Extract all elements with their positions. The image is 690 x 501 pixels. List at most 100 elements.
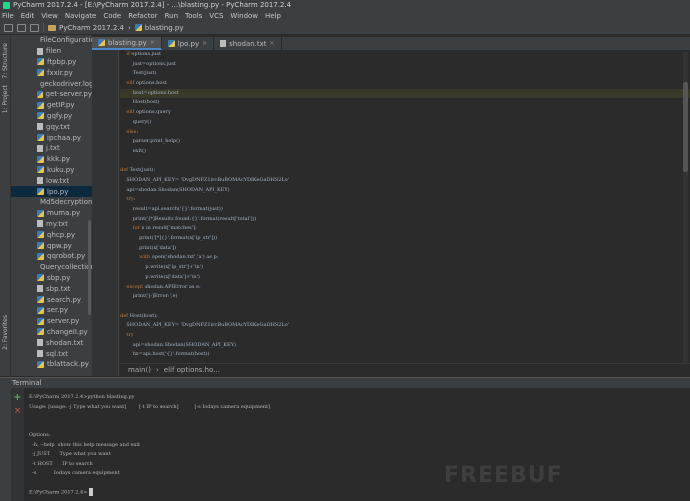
project-tree-item[interactable]: fxxir.py [11,67,92,78]
menu-item[interactable]: Edit [21,12,35,20]
python-file-icon [37,274,44,282]
python-file-icon [37,328,44,336]
project-tree-item[interactable]: lpo.py [11,186,92,197]
project-tree-item[interactable]: gqfy.py [11,111,92,122]
tree-item-label: low.txt [46,176,70,185]
tab-close-icon[interactable]: × [270,40,275,47]
favorites-tool-button[interactable]: 2: Favorites [2,315,9,350]
tab-close-icon[interactable]: × [150,39,155,46]
code-line: if options.just [126,51,161,57]
python-file-icon [37,209,44,217]
project-tree-item[interactable]: FileConfiguration [11,35,92,46]
menu-bar: File Edit View Navigate Code Refactor Run Tools… [0,10,690,21]
python-file-icon [37,242,44,250]
project-scrollbar[interactable] [88,220,91,315]
project-tree-item[interactable]: low.txt [11,175,92,186]
text-file-icon [37,339,43,347]
project-tree-item[interactable]: tblattack.py [11,359,92,370]
menu-item[interactable]: Refactor [128,12,157,20]
keyword-token: elif [126,109,135,116]
editor-tab[interactable]: shodan.txt × [214,37,282,50]
menu-item[interactable]: View [41,12,58,20]
keyword-token: with [139,254,151,261]
nav-crumb-project[interactable]: PyCharm 2017.2.4 [48,24,124,32]
project-tree-item[interactable]: server.py [11,316,92,327]
sync-icon[interactable] [30,23,39,32]
tree-item-label: shodan.txt [46,338,84,347]
project-tree-item[interactable]: getIP.py [11,100,92,111]
project-tree-item[interactable]: qpw.py [11,240,92,251]
project-tree-item[interactable]: sbp.py [11,273,92,284]
keyword-token: except [126,283,144,290]
project-tree-item[interactable]: kkk.py [11,154,92,165]
breadcrumb-branch[interactable]: elif options.ho... [164,366,220,374]
project-tree-item[interactable]: Md5decryption.py [11,197,92,208]
project-tree-item[interactable]: search.py [11,294,92,305]
project-tree-item[interactable]: sbp.txt [11,283,92,294]
project-tree-item[interactable]: ser.py [11,305,92,316]
python-file-icon [37,296,44,304]
project-tree-item[interactable]: sql.txt [11,348,92,359]
code-line: api=shodan.Shodan(SHODAN_API_KEY) [120,186,230,193]
menu-item[interactable]: Navigate [65,12,96,20]
menu-item[interactable]: Run [165,12,178,20]
menu-item[interactable]: Tools [185,12,202,20]
menu-item[interactable]: VCS [209,12,223,20]
menu-item[interactable]: Window [230,12,258,20]
menu-item[interactable]: Code [103,12,121,20]
project-tree-item[interactable]: filen [11,46,92,57]
tree-item-label: Querycollection.py [40,263,92,272]
project-tree-item[interactable]: ipchaa.py [11,132,92,143]
project-tree-item[interactable]: my.txt [11,219,92,230]
breadcrumb-func[interactable]: main() [128,366,151,374]
code-editor[interactable]: if options.just just=options.just Test(j… [120,50,690,363]
editor-scrollbar[interactable] [683,52,688,372]
project-tree-item[interactable]: shodan.txt [11,337,92,348]
editor-tab[interactable]: lpo.py × [162,37,215,50]
structure-tool-button[interactable]: 7: Structure [2,43,9,79]
terminal-output[interactable]: E:\PyCharm 2017.2.4>python blasting.py Us… [24,388,690,501]
project-tree-item[interactable]: ftpbp.py [11,57,92,68]
project-tree-panel: FileConfiguration filenftpbp.py fxxir.py ge… [11,35,92,376]
window-titlebar: PyCharm 2017.2.4 - [E:\PyCharm 2017.2.4]… [0,0,690,10]
open-folder-icon[interactable] [4,23,13,32]
project-tree-item[interactable]: Querycollection.py [11,262,92,273]
code-line: elif options.host [126,80,167,87]
tab-close-icon[interactable]: × [202,40,207,47]
terminal-line: -t HOST IP to search [29,460,93,467]
python-file-icon [167,40,175,47]
close-terminal-x-icon[interactable]: × [14,407,22,416]
text-file-icon [37,123,43,131]
menu-item[interactable]: Help [265,12,281,20]
python-file-icon [37,101,44,109]
terminal-prompt-line[interactable]: E:\PyCharm 2017.2.4> [29,488,690,498]
line-number-gutter [92,50,119,376]
python-file-icon [37,58,44,66]
python-file-icon [37,306,44,314]
menu-item[interactable]: File [2,12,14,20]
project-tree-item[interactable]: kuku.py [11,165,92,176]
project-tree-item[interactable]: muma.py [11,208,92,219]
project-tree-item[interactable]: gqy.txt [11,121,92,132]
editor-scrollbar-thumb[interactable] [683,82,688,172]
project-tree-item[interactable]: geckodriver.log [11,78,92,89]
keyword-token: for [132,225,140,232]
project-tree-item[interactable]: qhcp.py [11,229,92,240]
editor-tab[interactable]: blasting.py × [92,37,162,50]
new-terminal-plus-icon[interactable]: + [13,393,21,403]
project-tree-item[interactable]: get-server.py [11,89,92,100]
nav-project-label: PyCharm 2017.2.4 [59,23,124,32]
tree-item-label: qqrobot.py [47,252,86,261]
editor-breadcrumb: main() › elif options.ho... [120,363,690,376]
tree-item-label: gqfy.py [47,111,73,120]
nav-crumb-file[interactable]: blasting.py [134,24,183,32]
terminal-line: -j JUST Type what you want [29,451,111,457]
project-tree-item[interactable]: qqrobot.py [11,251,92,262]
project-tree-item[interactable]: changeII.py [11,327,92,338]
project-tool-button[interactable]: 1: Project [2,85,9,113]
save-all-icon[interactable] [17,23,26,32]
project-tree-item[interactable]: j.txt [11,143,92,154]
